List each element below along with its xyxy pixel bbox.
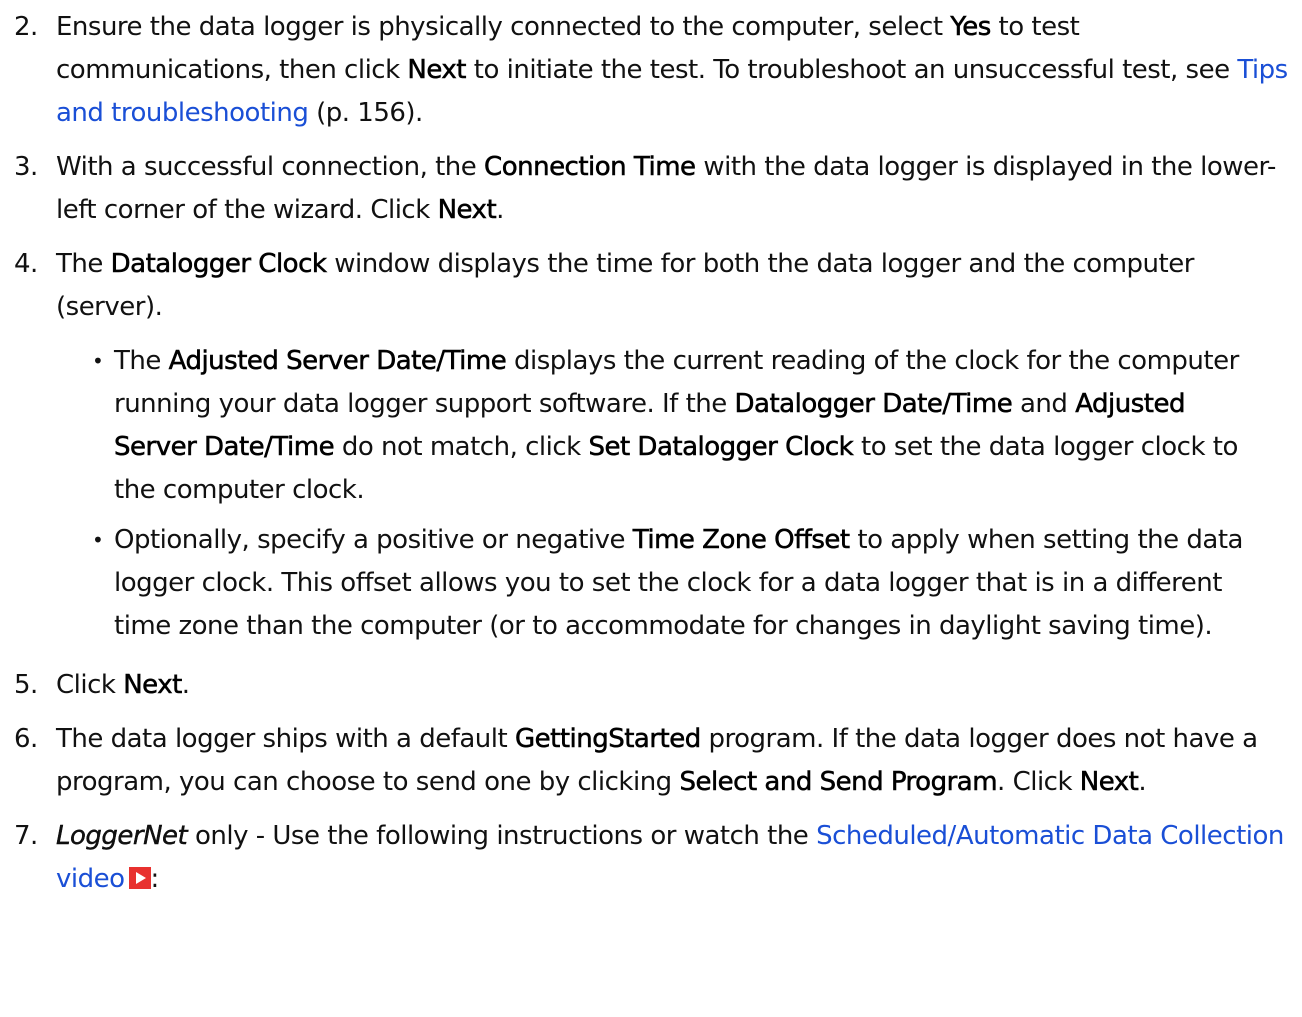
text: .	[181, 670, 190, 700]
text: Optionally, specify a positive or negati…	[114, 525, 633, 555]
step-2: 2. Ensure the data logger is physically …	[14, 6, 1302, 135]
ui-term-next: Next	[1079, 767, 1140, 798]
text: The	[114, 346, 169, 376]
step-number: 6.	[14, 724, 38, 754]
ui-term-yes: Yes	[950, 12, 992, 43]
text: Ensure the data logger is physically con…	[56, 12, 951, 42]
step-text: LoggerNet only - Use the following instr…	[56, 815, 1292, 901]
text: :	[150, 864, 160, 894]
ui-term-next: Next	[407, 55, 467, 86]
ui-term-datalogger-clock: Datalogger Clock	[110, 249, 327, 280]
step-7: 7. LoggerNet only - Use the following in…	[14, 815, 1302, 901]
step-number: 4.	[14, 249, 38, 279]
text: .	[496, 195, 504, 225]
ui-term: Datalogger Date/Time	[734, 389, 1013, 420]
step-text: Ensure the data logger is physically con…	[56, 6, 1292, 135]
ui-term-next: Next	[437, 195, 497, 226]
step-text: The Datalogger Clock window displays the…	[56, 243, 1292, 329]
text: The data logger ships with a default	[56, 724, 515, 754]
text: to initiate the test. To troubleshoot an…	[466, 55, 1238, 85]
ui-term: Set Datalogger Clock	[588, 432, 854, 463]
ui-term-connection-time: Connection Time	[484, 152, 697, 183]
step-4: 4. The Datalogger Clock window displays …	[14, 243, 1302, 329]
step-5: 5. Click Next.	[14, 664, 1302, 707]
play-video-icon[interactable]	[128, 867, 151, 889]
bullet-icon: •	[92, 528, 104, 552]
instruction-list: 2. Ensure the data logger is physically …	[0, 0, 1302, 901]
step-number: 2.	[14, 12, 38, 42]
step-text: The data logger ships with a default Get…	[56, 718, 1292, 804]
bullet-item: • The Adjusted Server Date/Time displays…	[92, 340, 1302, 512]
ui-term-select-send-program: Select and Send Program	[679, 767, 998, 798]
bullet-text: Optionally, specify a positive or negati…	[114, 519, 1264, 648]
text: Click	[56, 670, 124, 700]
step-3: 3. With a successful connection, the Con…	[14, 146, 1302, 232]
text: (p. 156).	[308, 98, 423, 128]
bullet-item: • Optionally, specify a positive or nega…	[92, 519, 1302, 648]
ui-term: Time Zone Offset	[632, 525, 850, 556]
text: do not match, click	[334, 432, 589, 462]
step-number: 5.	[14, 670, 38, 700]
ui-term-gettingstarted: GettingStarted	[514, 724, 702, 755]
text: . Click	[997, 767, 1080, 797]
ui-term-next: Next	[123, 670, 183, 701]
text: With a successful connection, the	[56, 152, 485, 182]
text: The	[56, 249, 111, 279]
step-6: 6. The data logger ships with a default …	[14, 718, 1302, 804]
bullet-icon: •	[92, 349, 104, 373]
ui-term: Adjusted Server Date/Time	[168, 346, 507, 377]
step-text: With a successful connection, the Connec…	[56, 146, 1292, 232]
text: .	[1138, 767, 1147, 797]
bullet-text: The Adjusted Server Date/Time displays t…	[114, 340, 1264, 512]
product-name: LoggerNet	[56, 821, 188, 851]
step-number: 3.	[14, 152, 38, 182]
step-text: Click Next.	[56, 664, 1292, 707]
text: only - Use the following instructions or…	[187, 821, 817, 851]
step-number: 7.	[14, 821, 38, 851]
text: and	[1012, 389, 1076, 419]
